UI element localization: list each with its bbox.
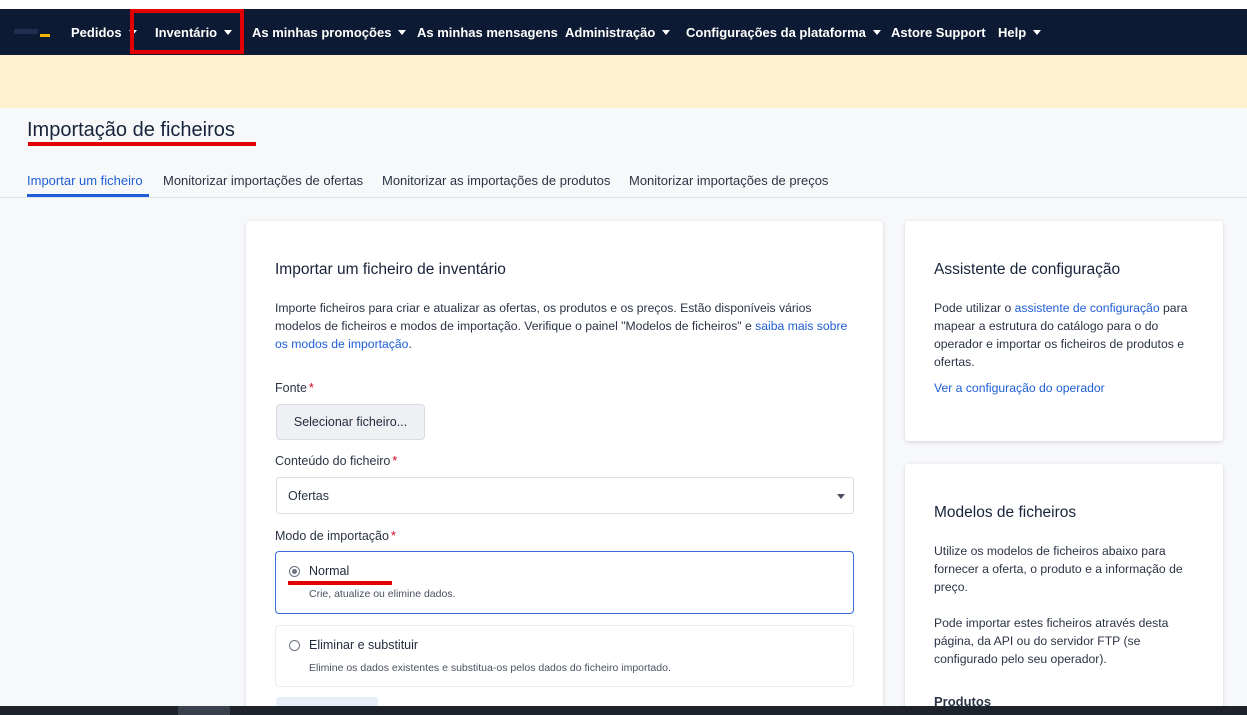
import-mode-replace[interactable]: Eliminar e substituir Elimine os dados e… bbox=[275, 625, 854, 687]
page-title: Importação de ficheiros bbox=[27, 119, 235, 141]
wizard-text: Pode utilizar o assistente de configuraç… bbox=[934, 299, 1196, 371]
nav-help[interactable]: Help bbox=[998, 9, 1042, 55]
nav-pedidos[interactable]: Pedidos bbox=[71, 9, 137, 55]
nav-administracao[interactable]: Administração bbox=[565, 9, 671, 55]
templates-para-2: Pode importar estes ficheiros através de… bbox=[934, 616, 1169, 666]
required-marker: * bbox=[308, 381, 314, 395]
view-operator-config-link[interactable]: Ver a configuração do operador bbox=[934, 379, 1105, 397]
import-intro: Importe ficheiros para criar e atualizar… bbox=[275, 299, 860, 353]
nav-label: Administração bbox=[565, 24, 656, 40]
nav-astore-support[interactable]: Astore Support bbox=[891, 9, 986, 55]
chevron-down-icon bbox=[662, 29, 671, 35]
tab-importar-ficheiro[interactable]: Importar um ficheiro bbox=[27, 173, 143, 188]
top-edge bbox=[0, 0, 1247, 9]
mode-normal-title: Normal bbox=[309, 564, 350, 578]
import-card-title: Importar um ficheiro de inventário bbox=[275, 261, 506, 278]
required-marker: * bbox=[390, 529, 396, 543]
nav-label: Configurações da plataforma bbox=[686, 24, 866, 40]
content-label: Conteúdo do ficheiro * bbox=[275, 454, 397, 468]
wizard-title: Assistente de configuração bbox=[934, 261, 1121, 278]
nav-label: Astore Support bbox=[891, 24, 986, 40]
nav-configuracoes[interactable]: Configurações da plataforma bbox=[686, 9, 881, 55]
nav-promocoes[interactable]: As minhas promoções bbox=[252, 9, 407, 55]
file-content-value: Ofertas bbox=[288, 489, 329, 503]
tab-monitorizar-precos[interactable]: Monitorizar importações de preços bbox=[629, 173, 828, 188]
chevron-down-icon bbox=[128, 29, 137, 35]
required-marker: * bbox=[392, 454, 398, 468]
mode-normal-desc: Crie, atualize ou elimine dados. bbox=[309, 588, 456, 600]
nav-mensagens[interactable]: As minhas mensagens bbox=[417, 9, 558, 55]
taskbar-item[interactable] bbox=[178, 706, 230, 715]
content-label-text: Conteúdo do ficheiro bbox=[275, 454, 391, 468]
source-label: Fonte * bbox=[275, 381, 314, 395]
top-nav-bar: Pedidos Inventário As minhas promoções A… bbox=[0, 9, 1247, 55]
radio-button-checked[interactable] bbox=[289, 566, 300, 577]
chevron-down-icon bbox=[837, 494, 845, 499]
tab-monitorizar-produtos[interactable]: Monitorizar as importações de produtos bbox=[382, 173, 610, 188]
chevron-down-icon bbox=[224, 29, 233, 35]
logo-mark bbox=[14, 29, 38, 34]
intro-end: . bbox=[408, 337, 412, 351]
nav-label: As minhas promoções bbox=[252, 24, 392, 40]
bottom-taskbar bbox=[0, 706, 1247, 715]
chevron-down-icon bbox=[398, 29, 407, 35]
tab-bar: Importar um ficheiro Monitorizar importa… bbox=[0, 165, 1247, 198]
nav-inventario[interactable]: Inventário bbox=[155, 9, 233, 55]
active-tab-indicator bbox=[27, 194, 149, 197]
nav-label: Help bbox=[998, 24, 1027, 40]
logo-accent bbox=[40, 34, 50, 37]
chevron-down-icon bbox=[1033, 29, 1042, 35]
chevron-down-icon bbox=[872, 29, 881, 35]
templates-para-1: Utilize os modelos de ficheiros abaixo p… bbox=[934, 544, 1183, 594]
intro-text: Importe ficheiros para criar e atualizar… bbox=[275, 301, 812, 333]
nav-label: As minhas mensagens bbox=[417, 24, 558, 40]
annotation-underline-title bbox=[28, 142, 256, 146]
tab-monitorizar-ofertas[interactable]: Monitorizar importações de ofertas bbox=[163, 173, 363, 188]
templates-title: Modelos de ficheiros bbox=[934, 504, 1077, 521]
select-file-button[interactable]: Selecionar ficheiro... bbox=[276, 404, 425, 440]
brand-logo[interactable] bbox=[14, 26, 52, 38]
nav-label: Pedidos bbox=[71, 24, 122, 40]
radio-button[interactable] bbox=[289, 640, 300, 651]
nav-label: Inventário bbox=[155, 24, 218, 40]
notice-banner bbox=[0, 55, 1247, 108]
mode-replace-title: Eliminar e substituir bbox=[309, 638, 419, 652]
mode-replace-desc: Elimine os dados existentes e substitua-… bbox=[309, 662, 671, 674]
source-label-text: Fonte bbox=[275, 381, 307, 395]
file-content-select[interactable]: Ofertas bbox=[276, 477, 854, 514]
mode-label-text: Modo de importação bbox=[275, 529, 389, 543]
wizard-text-before: Pode utilizar o bbox=[934, 301, 1015, 315]
mode-label: Modo de importação * bbox=[275, 529, 396, 543]
annotation-underline-normal bbox=[288, 581, 392, 585]
wizard-link[interactable]: assistente de configuração bbox=[1015, 301, 1160, 315]
